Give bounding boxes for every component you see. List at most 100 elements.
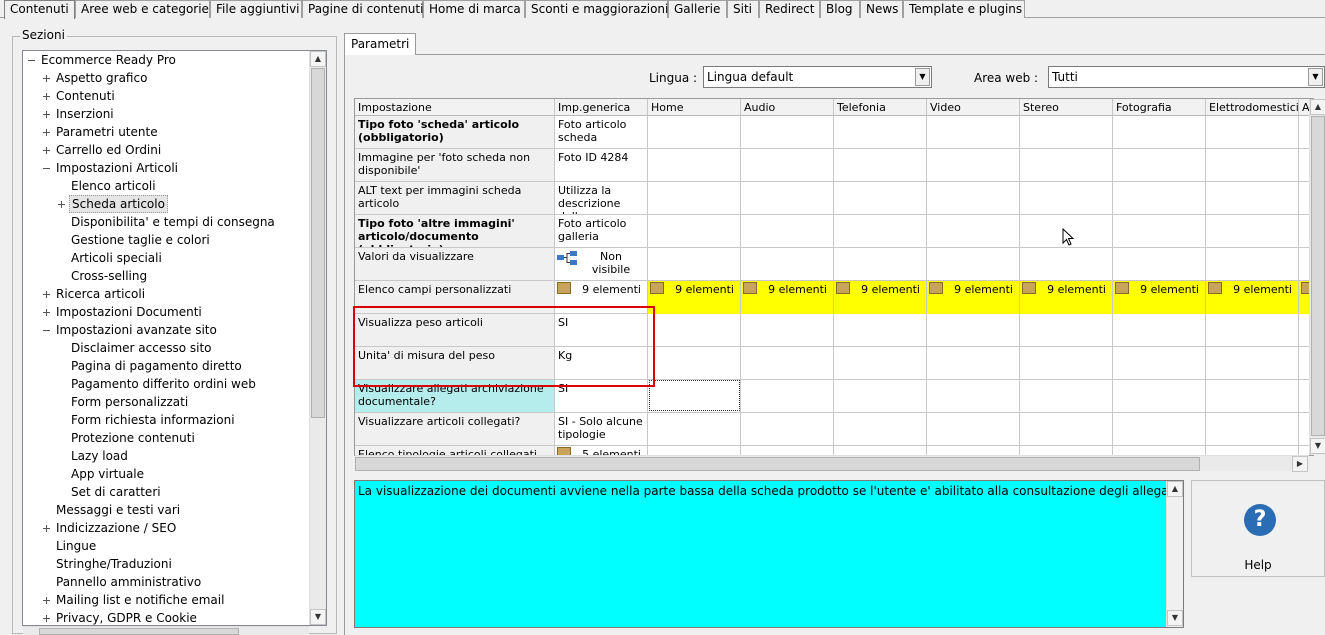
expand-icon[interactable] [42,614,51,623]
expand-icon[interactable] [42,110,51,119]
area-value-cell[interactable] [834,116,927,149]
area-value-cell[interactable] [1206,314,1299,347]
setting-value-cell[interactable]: SI - Solo alcune tipologie [555,413,648,446]
tree-item[interactable]: Impostazioni Articoli [23,159,309,177]
tree-item[interactable]: Ecommerce Ready Pro [23,51,309,69]
expand-icon[interactable] [42,290,51,299]
tree-item[interactable]: Privacy, GDPR e Cookie [23,609,309,625]
area-value-cell[interactable] [1113,347,1206,380]
sections-tree[interactable]: Ecommerce Ready Pro Aspetto grafico Conten… [22,50,327,626]
tree-item[interactable]: Aspetto grafico [23,69,309,87]
expand-icon[interactable] [42,596,51,605]
tree-item[interactable]: Messaggi e testi vari [23,501,309,519]
area-value-cell[interactable] [648,347,741,380]
expand-icon[interactable] [42,128,51,137]
area-value-cell[interactable] [1020,182,1113,215]
area-value-cell[interactable] [741,413,834,446]
column-header[interactable]: Home [648,99,741,116]
area-value-cell[interactable] [648,149,741,182]
tree-item[interactable]: Carrello ed Ordini [23,141,309,159]
column-header[interactable]: Elettrodomestici [1206,99,1299,116]
area-value-cell[interactable] [741,116,834,149]
scroll-thumb[interactable] [311,68,325,418]
area-value-cell[interactable] [1206,149,1299,182]
area-value-cell[interactable] [927,182,1020,215]
settings-grid[interactable]: Impostazione Imp.generica Home Audio Telefon… [354,98,1314,456]
setting-name-cell[interactable]: Tipo foto 'altre immagini' articolo/docu… [355,215,555,248]
setting-value-cell[interactable]: Foto articolo galleria [555,215,648,248]
tree-item[interactable]: Impostazioni Documenti [23,303,309,321]
scroll-up-button[interactable]: ▲ [1167,481,1183,497]
area-value-cell[interactable] [1113,182,1206,215]
tab-redirect[interactable]: Redirect [759,0,820,18]
chevron-down-icon[interactable]: ▼ [915,68,930,86]
area-value-cell[interactable] [1113,149,1206,182]
tree-item[interactable]: Articoli speciali [23,249,309,267]
tab-blog[interactable]: Blog [820,0,860,18]
tab-sconti-e-maggiorazioni[interactable]: Sconti e maggiorazioni [525,0,668,18]
area-value-cell[interactable] [1020,116,1113,149]
tab-template-e-plugins[interactable]: Template e plugins [903,0,1025,18]
tree-item[interactable]: Lingue [23,537,309,555]
tree-item[interactable]: Cross-selling [23,267,309,285]
hscroll-thumb[interactable] [355,457,1200,471]
scroll-thumb[interactable] [1311,116,1325,436]
area-value-cell[interactable] [1113,248,1206,281]
area-value-cell[interactable] [1020,149,1113,182]
setting-name-cell[interactable]: Tipo foto 'scheda' articolo (obbligatori… [355,116,555,149]
area-value-cell[interactable]: 9 elementi [834,281,927,314]
scroll-up-button[interactable]: ▲ [1310,99,1325,115]
tree-item[interactable]: Pagina di pagamento diretto [23,357,309,375]
column-header[interactable]: Impostazione [355,99,555,116]
scroll-down-button[interactable]: ▼ [310,609,326,625]
tab-parametri[interactable]: Parametri [344,33,417,55]
area-value-cell[interactable] [1020,347,1113,380]
tab-aree-web-e-categorie[interactable]: Aree web e categorie [75,0,210,18]
area-value-cell[interactable] [741,380,834,413]
area-value-cell[interactable] [927,149,1020,182]
column-header[interactable]: Fotografia [1113,99,1206,116]
area-value-cell[interactable] [1113,413,1206,446]
setting-value-cell[interactable]: Foto articolo scheda [555,116,648,149]
area-value-cell[interactable] [1113,314,1206,347]
area-value-cell[interactable] [927,248,1020,281]
tree-item[interactable]: Contenuti [23,87,309,105]
tree-item[interactable]: Set di caratteri [23,483,309,501]
tree-item[interactable]: Scheda articolo [23,195,309,213]
area-value-cell[interactable] [1206,347,1299,380]
area-value-cell[interactable] [741,182,834,215]
grid-vertical-scrollbar[interactable]: ▲ ▼ [1309,99,1325,455]
area-value-cell[interactable] [1020,380,1113,413]
setting-name-cell[interactable]: Immagine per 'foto scheda non disponibil… [355,149,555,182]
chevron-down-icon[interactable]: ▼ [1308,68,1323,86]
tree-item[interactable]: Disponibilita' e tempi di consegna [23,213,309,231]
setting-value-cell[interactable]: Non visibile [555,248,648,281]
tab-siti[interactable]: Siti [727,0,759,18]
setting-name-cell[interactable]: Visualizzare articoli collegati? [355,413,555,446]
area-value-cell[interactable] [741,347,834,380]
tab-contenuti[interactable]: Contenuti [4,0,75,19]
area-value-cell[interactable] [834,248,927,281]
scroll-right-button[interactable]: ▶ [1292,456,1308,472]
grid-horizontal-scrollbar[interactable]: ▶ [355,455,1309,472]
area-value-cell[interactable] [927,347,1020,380]
tree-item[interactable]: Disclaimer accesso sito [23,339,309,357]
area-value-cell[interactable] [834,380,927,413]
area-value-cell[interactable] [1206,380,1299,413]
tree-vertical-scrollbar[interactable]: ▲ ▼ [309,51,326,625]
area-value-cell[interactable] [834,182,927,215]
area-value-cell[interactable] [741,314,834,347]
tree-item[interactable]: Ricerca articoli [23,285,309,303]
scroll-up-button[interactable]: ▲ [310,51,326,67]
area-value-cell[interactable] [648,248,741,281]
area-value-cell[interactable] [1020,248,1113,281]
collapse-icon[interactable] [42,164,51,173]
expand-icon[interactable] [57,200,66,209]
expand-icon[interactable] [42,74,51,83]
expand-icon[interactable] [42,308,51,317]
area-value-cell[interactable]: 9 elementi [1020,281,1113,314]
tree-item[interactable]: Parametri utente [23,123,309,141]
column-header[interactable]: Audio [741,99,834,116]
tree-item[interactable]: Protezione contenuti [23,429,309,447]
area-value-cell[interactable] [927,116,1020,149]
